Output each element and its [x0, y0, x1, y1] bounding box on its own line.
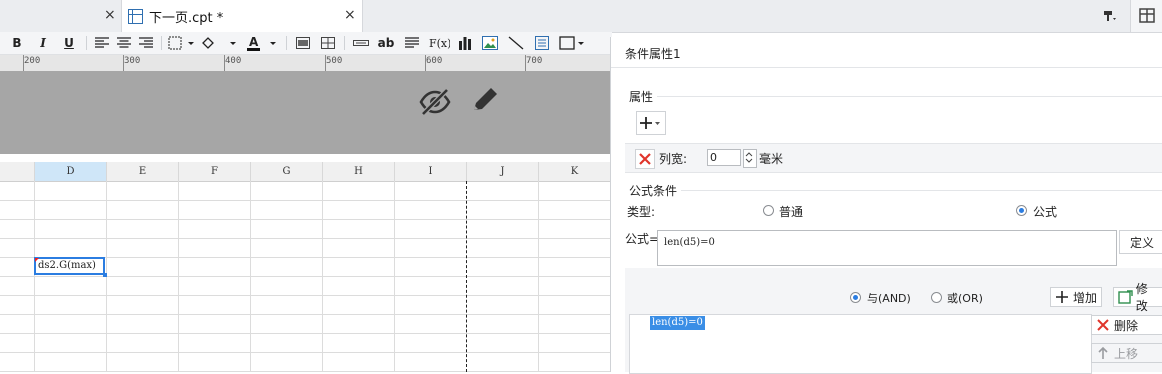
divider: [657, 96, 1162, 97]
arrow-up-icon: [1098, 346, 1108, 359]
slash-line-icon[interactable]: [506, 34, 526, 52]
column-header-j[interactable]: J: [466, 162, 538, 181]
svg-text:A: A: [249, 35, 259, 49]
attribute-row: 列宽: 0 毫米: [625, 143, 1162, 173]
italic-button[interactable]: I: [34, 34, 52, 52]
selected-cell[interactable]: ds2.G(max): [34, 257, 107, 277]
fill-color-icon[interactable]: [199, 34, 239, 52]
tab-active[interactable]: 下一页.cpt * ×: [121, 0, 363, 32]
width-spinner[interactable]: [743, 149, 757, 168]
close-tab-icon[interactable]: ×: [344, 7, 356, 23]
hide-eye-icon[interactable]: [418, 85, 452, 119]
frame-dropdown-icon[interactable]: [558, 34, 586, 52]
delete-condition-label: 删除: [1114, 318, 1139, 333]
align-right-icon[interactable]: [137, 34, 155, 52]
type-normal-label[interactable]: 普通: [779, 203, 803, 220]
column-width-label: 列宽:: [659, 152, 688, 166]
text-button[interactable]: ab: [376, 34, 396, 52]
ruler-label: 600: [426, 56, 443, 66]
align-left-icon[interactable]: [93, 34, 111, 52]
modify-condition-button[interactable]: 修改: [1113, 282, 1162, 313]
layout-icon[interactable]: [1130, 0, 1162, 32]
separator: [344, 36, 345, 50]
divider: [611, 67, 1162, 68]
plus-icon: [1056, 291, 1068, 303]
delete-condition-button[interactable]: 删除: [1091, 315, 1162, 335]
separator: [86, 36, 87, 50]
underline-button[interactable]: U: [60, 34, 78, 52]
formula-input[interactable]: len(d5)=0: [657, 230, 1117, 266]
page-break-line: [466, 181, 467, 372]
text-field-icon[interactable]: [351, 34, 371, 52]
column-header-h[interactable]: H: [322, 162, 394, 181]
column-header-g[interactable]: G: [250, 162, 322, 181]
condition-list-item[interactable]: len(d5)=0: [650, 316, 705, 330]
and-radio[interactable]: [850, 292, 861, 303]
column-header-k[interactable]: K: [538, 162, 610, 181]
and-label[interactable]: 与(AND): [867, 290, 911, 306]
bold-button[interactable]: B: [8, 34, 26, 52]
font-color-icon[interactable]: A: [243, 34, 279, 52]
add-condition-label: 增加: [1073, 290, 1098, 305]
width-unit-label: 毫米: [759, 152, 784, 166]
or-label[interactable]: 或(OR): [947, 290, 983, 306]
move-up-button[interactable]: 上移: [1091, 343, 1162, 363]
tab-title: 下一页.cpt *: [149, 10, 224, 26]
modify-icon: [1118, 290, 1133, 304]
condition-list[interactable]: len(d5)=0: [629, 314, 1092, 374]
formula-section-label: 公式条件: [629, 184, 678, 198]
column-header-d[interactable]: D: [34, 162, 106, 181]
define-button[interactable]: 定义: [1119, 230, 1162, 254]
sub-report-icon[interactable]: [532, 34, 552, 52]
type-normal-radio[interactable]: [763, 205, 774, 216]
border-dropdown-icon[interactable]: [167, 34, 197, 52]
column-header-e[interactable]: E: [106, 162, 178, 181]
ruler-label: 200: [24, 56, 41, 66]
divider: [681, 190, 1162, 191]
column-header-row: D E F G H I J K: [0, 162, 610, 182]
tab-previous[interactable]: ×: [0, 0, 120, 32]
align-center-icon[interactable]: [115, 34, 133, 52]
column-width-input[interactable]: 0: [707, 149, 741, 166]
formula-fx-icon[interactable]: F(x): [428, 34, 450, 52]
report-file-icon: [128, 8, 143, 24]
column-header-i[interactable]: I: [394, 162, 466, 181]
ruler-label: 500: [326, 56, 343, 66]
svg-text:F(x): F(x): [429, 37, 450, 50]
separator: [286, 36, 287, 50]
split-cells-icon[interactable]: [318, 34, 338, 52]
brush-menu-icon[interactable]: [1100, 7, 1118, 25]
ruler-label: 400: [225, 56, 242, 66]
merge-cells-icon[interactable]: [293, 34, 313, 52]
tab-bar: × 下一页.cpt * ×: [0, 0, 1162, 33]
format-toolbar: B I U A ab F(x): [0, 32, 612, 55]
close-tab-icon[interactable]: ×: [104, 7, 116, 23]
type-label: 类型:: [627, 205, 656, 219]
column-header-f[interactable]: F: [178, 162, 250, 181]
header-band: [0, 71, 610, 154]
ruler: 200 300 400 500 600 700: [0, 55, 610, 72]
chart-icon[interactable]: [455, 34, 475, 52]
formula-label: 公式=: [625, 232, 660, 246]
edit-pencil-icon[interactable]: [468, 84, 502, 118]
type-formula-label[interactable]: 公式: [1033, 203, 1057, 220]
delete-attribute-icon[interactable]: [635, 149, 655, 169]
panel-title: 条件属性1: [625, 47, 681, 61]
type-formula-radio[interactable]: [1016, 205, 1027, 216]
paragraph-icon[interactable]: [402, 34, 422, 52]
image-icon[interactable]: [480, 34, 500, 52]
or-radio[interactable]: [931, 292, 942, 303]
ruler-label: 700: [526, 56, 543, 66]
modify-condition-label: 修改: [1135, 282, 1148, 313]
ruler-label: 300: [124, 56, 141, 66]
attributes-section-label: 属性: [629, 90, 654, 104]
delete-x-icon: [1097, 319, 1109, 331]
condition-attributes-panel: 条件属性1 属性 列宽: 0 毫米 公式条件 类型: 普通 公式 公式= len…: [610, 37, 1162, 374]
add-attribute-button[interactable]: [636, 111, 666, 135]
add-condition-button[interactable]: 增加: [1050, 287, 1102, 307]
separator: [161, 36, 162, 50]
move-up-label: 上移: [1114, 346, 1139, 361]
spreadsheet[interactable]: D E F G H I J K ds2.G(max): [0, 154, 610, 372]
